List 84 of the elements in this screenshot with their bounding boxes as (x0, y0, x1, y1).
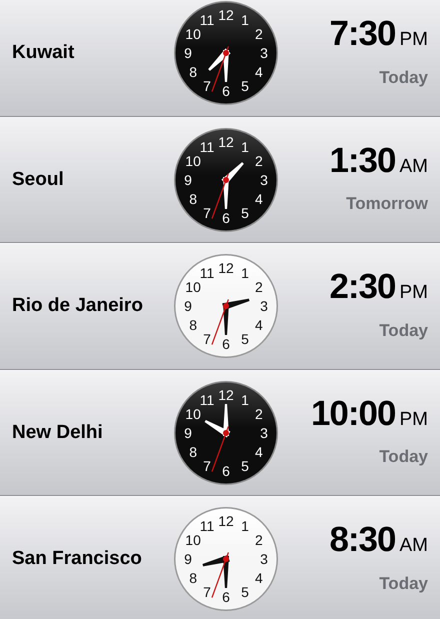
dial-numeral: 7 (203, 584, 211, 600)
dial-numeral: 1 (241, 138, 249, 155)
dial-numeral: 7 (203, 458, 211, 474)
dial-numeral: 1 (241, 265, 249, 282)
dial-numeral: 8 (189, 190, 197, 207)
time-text: 2:30 (329, 269, 396, 304)
dial-numeral: 9 (184, 172, 192, 188)
dial-numeral: 5 (241, 584, 249, 600)
dial-numeral: 2 (255, 26, 263, 42)
dial-numeral: 2 (255, 279, 263, 296)
dial-numeral: 4 (255, 317, 263, 334)
time-text: 1:30 (329, 142, 396, 178)
dial-numeral: 1 (241, 392, 249, 408)
city-name: Kuwait (12, 41, 74, 65)
dial-numeral: 4 (255, 570, 263, 586)
dial-numeral: 3 (260, 172, 268, 188)
dial-numeral: 9 (184, 551, 192, 568)
dial-numeral: 8 (189, 444, 197, 460)
dial-numeral: 2 (255, 406, 263, 422)
dial-numeral: 9 (184, 424, 192, 441)
city-name: San Francisco (12, 547, 142, 571)
dial-numeral: 6 (222, 83, 230, 100)
dial-numeral: 12 (218, 513, 234, 530)
dial-numeral: 5 (241, 78, 249, 94)
dial-numeral: 4 (255, 64, 263, 80)
dial-numeral: 8 (189, 570, 197, 586)
day-text: Today (379, 66, 428, 89)
city-row[interactable]: New Delhi 11 12 1 10 2 9 3 8 4 7 6 5 10:00 PM Today (0, 370, 440, 496)
time-text: 10:00 (310, 396, 396, 431)
dial-numeral: 7 (203, 331, 211, 348)
day-text: Today (379, 320, 428, 342)
dial-numeral: 7 (203, 204, 211, 221)
dial-numeral: 4 (255, 444, 263, 460)
dial-numeral: 9 (184, 45, 192, 62)
dial-numeral: 6 (222, 589, 230, 606)
meridiem-text: AM (400, 154, 428, 179)
dial-numeral: 11 (200, 392, 214, 408)
dial-numeral: 1 (241, 518, 249, 534)
meridiem-text: PM (400, 408, 428, 432)
dial-numeral: 12 (218, 386, 234, 403)
dial-numeral: 1 (241, 12, 249, 28)
dial-numeral: 3 (260, 551, 268, 568)
dial-numeral: 10 (185, 26, 201, 42)
dial-numeral: 11 (200, 138, 214, 155)
dial-numeral: 11 (200, 265, 214, 282)
dial-numeral: 9 (184, 298, 192, 314)
city-row[interactable]: Rio de Janeiro 11 12 1 10 2 9 3 8 4 7 6 5 2:30 PM Today (0, 243, 440, 370)
city-name: Rio de Janeiro (12, 294, 143, 318)
dial-numeral: 3 (260, 45, 268, 62)
day-text: Today (379, 446, 428, 468)
dial-numeral: 10 (185, 532, 201, 548)
time-text: 8:30 (329, 522, 396, 558)
dial-numeral: 10 (185, 279, 201, 296)
dial-numeral: 6 (222, 336, 230, 352)
day-text: Tomorrow (346, 193, 428, 216)
dial-numeral: 2 (255, 532, 263, 548)
city-name: New Delhi (12, 420, 103, 444)
dial-numeral: 10 (185, 152, 201, 169)
dial-numeral: 2 (255, 152, 263, 169)
dial-numeral: 5 (241, 331, 249, 348)
dial-numeral: 12 (218, 7, 234, 24)
dial-numeral: 8 (189, 64, 197, 80)
dial-numeral: 4 (255, 190, 263, 207)
dial-numeral: 3 (260, 424, 268, 441)
dial-numeral: 11 (200, 518, 214, 534)
dial-numeral: 7 (203, 78, 211, 94)
dial-numeral: 6 (222, 210, 230, 226)
meridiem-text: PM (400, 281, 428, 306)
dial-numeral: 10 (185, 406, 201, 422)
dial-numeral: 3 (260, 298, 268, 314)
dial-numeral: 12 (218, 260, 234, 276)
city-name: Seoul (12, 168, 64, 192)
day-text: Today (379, 572, 428, 595)
meridiem-text: PM (400, 28, 428, 52)
time-text: 7:30 (329, 16, 396, 52)
city-row[interactable]: Seoul 11 12 1 10 2 9 3 8 4 7 6 5 1:30 AM Tomorrow (0, 116, 440, 243)
dial-numeral: 8 (189, 317, 197, 334)
city-row[interactable]: Kuwait 11 12 1 10 2 9 3 8 4 7 6 5 7:30 PM Today (0, 0, 440, 116)
dial-numeral: 11 (200, 12, 214, 28)
meridiem-text: AM (400, 534, 428, 558)
dial-numeral: 12 (218, 134, 234, 150)
dial-numeral: 6 (222, 462, 230, 479)
dial-numeral: 5 (241, 204, 249, 221)
dial-numeral: 5 (241, 458, 249, 474)
